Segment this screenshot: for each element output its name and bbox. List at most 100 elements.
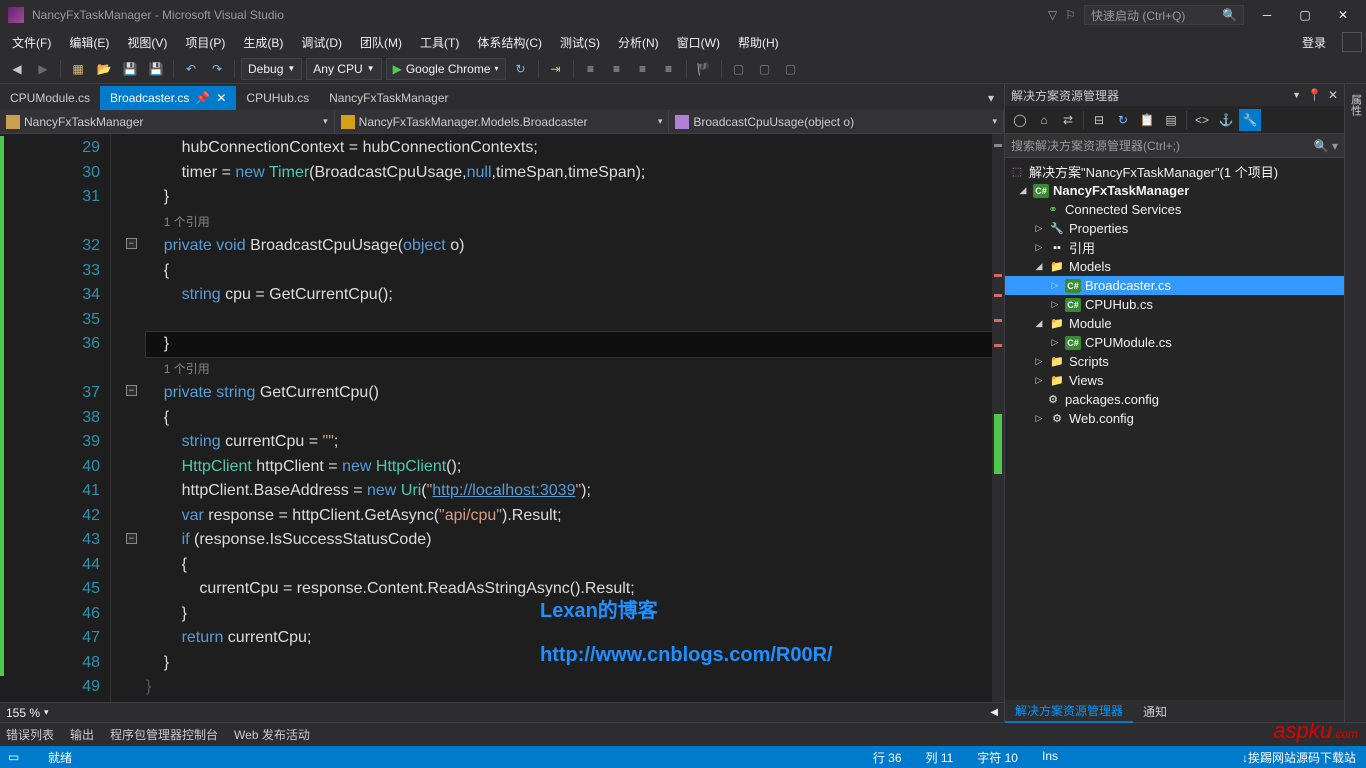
misc2-button[interactable]: ▢ [754, 58, 776, 80]
platform-combo[interactable]: Any CPU▼ [306, 58, 381, 80]
expand-icon[interactable]: ▷ [1049, 337, 1061, 348]
bookmark-button[interactable]: ≡ [632, 58, 654, 80]
packages-config-node[interactable]: ⚙packages.config [1005, 390, 1344, 409]
expand-icon[interactable]: ◢ [1017, 185, 1029, 196]
expand-icon[interactable]: ▷ [1049, 280, 1061, 291]
tab-broadcaster[interactable]: Broadcaster.cs📌✕ [100, 86, 236, 110]
login-link[interactable]: 登录 [1294, 32, 1334, 53]
expand-icon[interactable]: ▷ [1033, 356, 1045, 367]
scroll-map[interactable] [992, 134, 1004, 702]
solution-node[interactable]: ⬚解决方案"NancyFxTaskManager"(1 个项目) [1005, 162, 1344, 181]
minimize-button[interactable]: ─ [1252, 5, 1282, 25]
nav-member-combo[interactable]: BroadcastCpuUsage(object o)▾ [669, 110, 1004, 133]
expand-icon[interactable]: ▷ [1033, 223, 1045, 234]
tab-nancyfx[interactable]: NancyFxTaskManager [319, 86, 458, 110]
models-folder-node[interactable]: ◢📁Models [1005, 257, 1344, 276]
expand-icon[interactable]: ◢ [1033, 318, 1045, 329]
expand-icon[interactable]: ◢ [1033, 261, 1045, 272]
menu-project[interactable]: 项目(P) [177, 32, 233, 53]
tab-cpumodule[interactable]: CPUModule.cs [0, 86, 100, 110]
dropdown-icon[interactable]: ▼ [1292, 90, 1301, 100]
menu-analyze[interactable]: 分析(N) [610, 32, 667, 53]
wrench-button[interactable]: 🔧 [1239, 109, 1261, 131]
menu-file[interactable]: 文件(F) [4, 32, 59, 53]
sync-button[interactable]: ⇄ [1057, 109, 1079, 131]
fold-toggle-icon[interactable]: − [126, 385, 137, 396]
navigate-forward-button[interactable]: ▶ [32, 58, 54, 80]
misc1-button[interactable]: ▢ [728, 58, 750, 80]
fold-toggle-icon[interactable]: − [126, 238, 137, 249]
tab-solution-explorer[interactable]: 解决方案资源管理器 [1005, 700, 1133, 723]
properties-button[interactable]: ▤ [1160, 109, 1182, 131]
code-editor[interactable]: 2930313233343536373839404142434445464748… [0, 134, 1004, 702]
solution-explorer-search[interactable]: 搜索解决方案资源管理器(Ctrl+;) 🔍 ▾ [1005, 134, 1344, 158]
views-folder-node[interactable]: ▷📁Views [1005, 371, 1344, 390]
close-icon[interactable]: ✕ [1328, 88, 1338, 102]
project-node[interactable]: ◢C#NancyFxTaskManager [1005, 181, 1344, 200]
config-combo[interactable]: Debug▼ [241, 58, 302, 80]
zoom-combo[interactable]: 155 % [6, 706, 40, 720]
collapse-button[interactable]: ⊟ [1088, 109, 1110, 131]
tab-notifications[interactable]: 通知 [1133, 701, 1177, 722]
solution-tree[interactable]: ⬚解决方案"NancyFxTaskManager"(1 个项目) ◢C#Nanc… [1005, 158, 1344, 700]
avatar-icon[interactable] [1342, 32, 1362, 52]
module-folder-node[interactable]: ◢📁Module [1005, 314, 1344, 333]
menu-edit[interactable]: 编辑(E) [61, 32, 117, 53]
menu-test[interactable]: 测试(S) [552, 32, 608, 53]
quick-launch-input[interactable]: 快速启动 (Ctrl+Q) 🔍 [1084, 5, 1244, 25]
properties-tab[interactable]: 属性 [1346, 88, 1366, 122]
broadcaster-file-node[interactable]: ▷C#Broadcaster.cs [1005, 276, 1344, 295]
nav-project-combo[interactable]: NancyFxTaskManager▾ [0, 110, 335, 133]
close-button[interactable]: ✕ [1328, 5, 1358, 25]
pin-icon[interactable]: 📍 [1307, 88, 1322, 102]
expand-icon[interactable]: ▷ [1033, 375, 1045, 386]
back-button[interactable]: ◯ [1009, 109, 1031, 131]
menu-tools[interactable]: 工具(T) [412, 32, 467, 53]
connected-services-node[interactable]: ⚭Connected Services [1005, 200, 1344, 219]
tab-overflow-button[interactable]: ▾ [978, 86, 1004, 110]
toggle-button[interactable]: ≡ [658, 58, 680, 80]
preview-button[interactable]: ⚓ [1215, 109, 1237, 131]
notification-icon[interactable]: ▽ [1048, 8, 1057, 22]
refresh-button[interactable]: ↻ [1112, 109, 1134, 131]
uncomment-button[interactable]: ≡ [606, 58, 628, 80]
misc3-button[interactable]: ▢ [780, 58, 802, 80]
expand-icon[interactable]: ▷ [1049, 299, 1061, 310]
redo-button[interactable]: ↷ [206, 58, 228, 80]
menu-team[interactable]: 团队(M) [352, 32, 410, 53]
step-button[interactable]: ⇥ [545, 58, 567, 80]
expand-icon[interactable]: ▷ [1033, 413, 1045, 424]
menu-window[interactable]: 窗口(W) [669, 32, 728, 53]
maximize-button[interactable]: ▢ [1290, 5, 1320, 25]
menu-help[interactable]: 帮助(H) [730, 32, 787, 53]
browser-refresh-button[interactable]: ↻ [510, 58, 532, 80]
feedback-icon[interactable]: ⚐ [1065, 8, 1076, 22]
fold-toggle-icon[interactable]: − [126, 533, 137, 544]
pin-icon[interactable]: 📌 [195, 91, 210, 105]
properties-node[interactable]: ▷🔧Properties [1005, 219, 1344, 238]
web-config-node[interactable]: ▷⚙Web.config [1005, 409, 1344, 428]
show-all-button[interactable]: 📋 [1136, 109, 1158, 131]
open-file-button[interactable]: 📂 [93, 58, 115, 80]
comment-button[interactable]: ≡ [580, 58, 602, 80]
scripts-folder-node[interactable]: ▷📁Scripts [1005, 352, 1344, 371]
close-icon[interactable]: ✕ [216, 91, 226, 105]
cpuhub-file-node[interactable]: ▷C#CPUHub.cs [1005, 295, 1344, 314]
view-code-button[interactable]: <> [1191, 109, 1213, 131]
navigate-back-button[interactable]: ◀ [6, 58, 28, 80]
flag-button[interactable]: 🏴 [693, 58, 715, 80]
cpumodule-file-node[interactable]: ▷C#CPUModule.cs [1005, 333, 1344, 352]
home-button[interactable]: ⌂ [1033, 109, 1055, 131]
run-button[interactable]: ▶Google Chrome▾ [386, 58, 506, 80]
menu-build[interactable]: 生成(B) [235, 32, 291, 53]
undo-button[interactable]: ↶ [180, 58, 202, 80]
tab-web-publish[interactable]: Web 发布活动 [234, 726, 310, 743]
menu-view[interactable]: 视图(V) [119, 32, 175, 53]
tab-output[interactable]: 输出 [70, 726, 94, 743]
new-project-button[interactable]: ▦ [67, 58, 89, 80]
horiz-scroll-left[interactable]: ◀ [990, 707, 998, 718]
nav-class-combo[interactable]: NancyFxTaskManager.Models.Broadcaster▾ [335, 110, 670, 133]
tab-package-manager[interactable]: 程序包管理器控制台 [110, 726, 218, 743]
tab-error-list[interactable]: 错误列表 [6, 726, 54, 743]
tab-cpuhub[interactable]: CPUHub.cs [236, 86, 319, 110]
